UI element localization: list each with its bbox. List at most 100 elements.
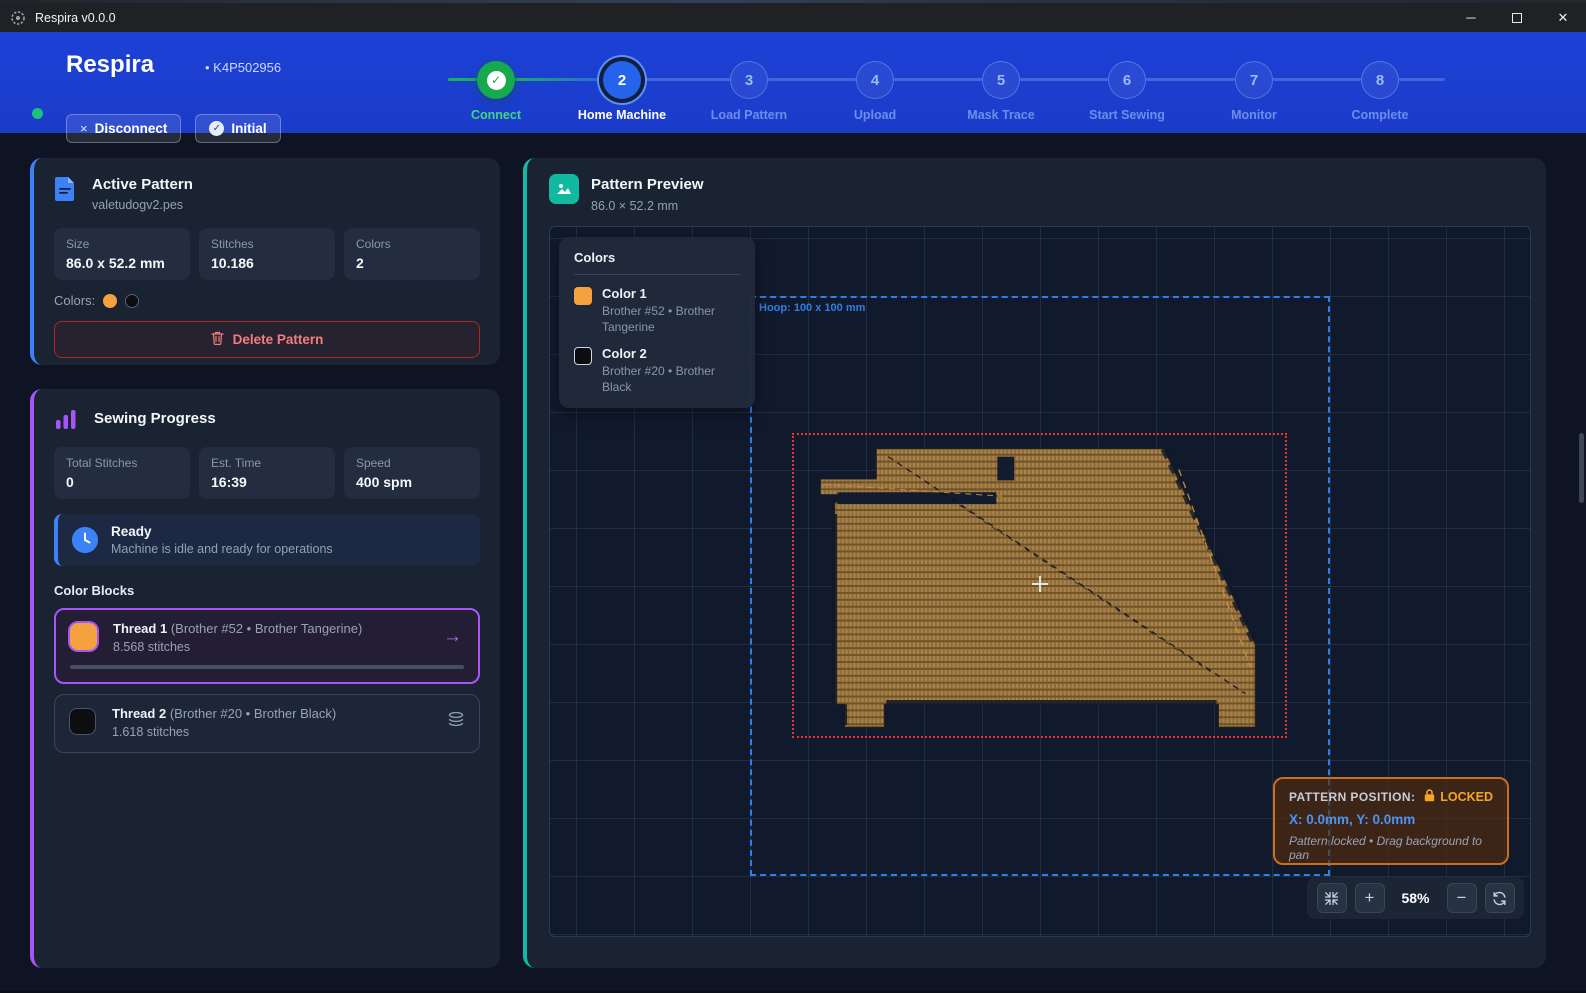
sewing-progress-title: Sewing Progress [94,410,216,427]
step-load-pattern[interactable]: 3 Load Pattern [691,61,807,122]
stat-est-time: Est. Time 16:39 [199,447,335,499]
minimize-button[interactable]: ─ [1448,3,1494,32]
colors-panel: Colors Color 1 Brother #52 • Brother Tan… [559,237,755,408]
thread-1-item[interactable]: Thread 1 (Brother #52 • Brother Tangerin… [54,608,480,684]
step-number: 8 [1361,61,1399,99]
stat-stitches: Stitches 10.186 [199,228,335,280]
zoom-in-button[interactable]: + [1355,883,1385,913]
status-title: Ready [111,524,333,539]
stat-label: Speed [356,456,468,470]
step-label: Upload [817,108,933,122]
pattern-lock-hint: Pattern locked • Drag background to pan [1289,834,1493,862]
workflow-stepper: ✓ Connect 2 Home Machine 3 Load Pattern … [440,61,1500,131]
stat-value: 400 spm [356,474,468,490]
stat-label: Colors [356,237,468,251]
colors-panel-title: Colors [574,250,740,275]
step-label: Home Machine [564,108,680,122]
thread-2-item[interactable]: Thread 2 (Brother #20 • Brother Black) 1… [54,694,480,753]
color-2-item: Color 2 Brother #20 • Brother Black [574,346,740,395]
document-icon [54,176,76,202]
thread-2-color-swatch [69,708,96,735]
close-button[interactable]: ✕ [1540,3,1586,32]
pattern-coordinates: X: 0.0mm, Y: 0.0mm [1289,812,1493,827]
status-description: Machine is idle and ready for operations [111,542,333,556]
color-swatch-black [125,294,139,308]
active-pattern-title: Active Pattern [92,176,193,193]
pattern-dimensions: 86.0 × 52.2 mm [591,199,678,213]
pattern-position-overlay: PATTERN POSITION: LOCKED X: 0.0mm, Y: 0.… [1273,777,1509,865]
disconnect-label: Disconnect [95,121,168,136]
step-label: Mask Trace [943,108,1059,122]
step-number: 3 [730,61,768,99]
fit-to-view-button[interactable] [1317,883,1347,913]
active-pattern-filename: valetudogv2.pes [92,198,193,212]
stat-value: 16:39 [211,474,323,490]
thread-1-progress-bar [70,665,464,669]
pattern-position-label: PATTERN POSITION: [1289,790,1415,804]
arrow-right-icon: → [443,626,462,648]
color-description: Brother #52 • Brother Tangerine [602,304,740,335]
layers-icon [447,711,465,734]
step-label: Complete [1322,108,1438,122]
window-title: Respira v0.0.0 [35,11,116,25]
image-icon [549,174,579,204]
color-name: Color 1 [602,286,740,301]
step-label: Load Pattern [691,108,807,122]
disconnect-button[interactable]: × Disconnect [66,114,181,143]
app-window: Respira v0.0.0 ─ ✕ Respira • K4P502956 ×… [0,0,1586,993]
stat-colors: Colors 2 [344,228,480,280]
thread-name: Thread 1 [113,621,167,636]
step-connect[interactable]: ✓ Connect [438,61,554,122]
step-upload[interactable]: 4 Upload [817,61,933,122]
step-number: 5 [982,61,1020,99]
delete-pattern-button[interactable]: Delete Pattern [54,321,480,358]
preview-canvas[interactable]: Hoop: 100 x 100 mm [549,226,1531,937]
stat-label: Size [66,237,178,251]
colors-label: Colors: [54,293,95,308]
sewing-progress-card: Sewing Progress Total Stitches 0 Est. Ti… [30,389,500,968]
initial-button[interactable]: ✓ Initial [195,114,280,143]
color-description: Brother #20 • Brother Black [602,364,740,395]
step-number: 6 [1108,61,1146,99]
step-mask-trace[interactable]: 5 Mask Trace [943,61,1059,122]
step-number: 7 [1235,61,1273,99]
step-home-machine[interactable]: 2 Home Machine [564,61,680,122]
lock-icon [1424,789,1435,805]
pattern-preview-card: Pattern Preview 86.0 × 52.2 mm Hoop: 100… [523,158,1546,968]
reset-view-button[interactable] [1485,883,1515,913]
zoom-out-button[interactable]: − [1447,883,1477,913]
app-name: Respira [66,51,154,79]
hoop-label: Hoop: 100 x 100 mm [759,302,865,314]
thread-detail: (Brother #52 • Brother Tangerine) [171,621,362,636]
stat-value: 0 [66,474,178,490]
step-monitor[interactable]: 7 Monitor [1196,61,1312,122]
thread-1-color-swatch [70,623,97,650]
disconnect-x-icon: × [80,121,88,136]
color-name: Color 2 [602,346,740,361]
step-complete[interactable]: 8 Complete [1322,61,1438,122]
maximize-button[interactable] [1494,3,1540,32]
thread-name: Thread 2 [112,706,166,721]
trash-icon [211,331,224,348]
zoom-level: 58% [1393,890,1439,906]
step-label: Start Sewing [1069,108,1185,122]
step-label: Connect [438,108,554,122]
stat-value: 2 [356,255,468,271]
color-swatch-orange [103,294,117,308]
stat-label: Total Stitches [66,456,178,470]
color-blocks-heading: Color Blocks [54,583,480,598]
bar-chart-icon [54,407,78,431]
check-circle-icon: ✓ [209,121,224,136]
color-1-item: Color 1 Brother #52 • Brother Tangerine [574,286,740,335]
step-start-sewing[interactable]: 6 Start Sewing [1069,61,1185,122]
titlebar: Respira v0.0.0 ─ ✕ [0,3,1586,32]
window-scrollbar-thumb[interactable] [1579,433,1584,503]
step-number: 4 [856,61,894,99]
delete-pattern-label: Delete Pattern [233,332,324,347]
step-number: 2 [603,61,641,99]
stat-total-stitches: Total Stitches 0 [54,447,190,499]
thread-detail: (Brother #20 • Brother Black) [170,706,336,721]
color-1-swatch [574,287,592,305]
step-label: Monitor [1196,108,1312,122]
step-done-check-icon: ✓ [487,71,506,90]
